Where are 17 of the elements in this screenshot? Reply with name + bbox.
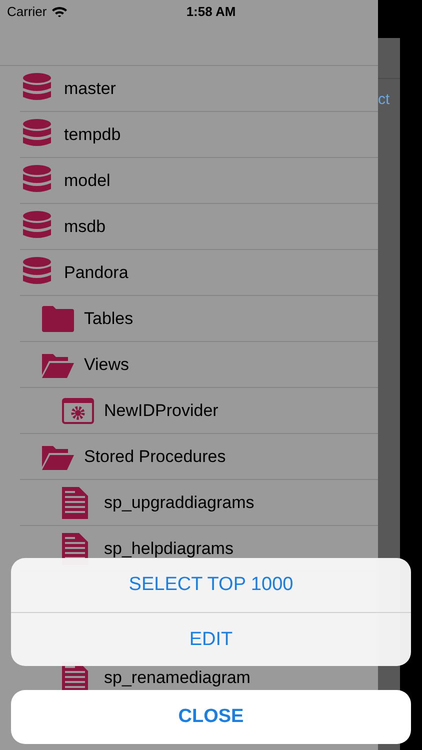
tree-item[interactable]: NewIDProvider bbox=[20, 388, 378, 434]
close-button[interactable]: CLOSE bbox=[11, 690, 411, 744]
document-icon bbox=[62, 486, 88, 518]
tree-item[interactable]: master bbox=[20, 66, 378, 112]
tree-item[interactable]: Views bbox=[20, 342, 378, 388]
tree-item[interactable]: tempdb bbox=[20, 112, 378, 158]
action-button[interactable]: EDIT bbox=[11, 612, 411, 666]
carrier-label: Carrier bbox=[7, 4, 47, 19]
tree-item[interactable]: msdb bbox=[20, 204, 378, 250]
tree-item[interactable]: model bbox=[20, 158, 378, 204]
status-time: 1:58 AM bbox=[186, 4, 236, 19]
tree-item[interactable]: sp_upgraddiagrams bbox=[20, 480, 378, 526]
wifi-icon bbox=[52, 6, 67, 17]
tree-item[interactable]: Pandora bbox=[20, 250, 378, 296]
tree-item[interactable]: Stored Procedures bbox=[20, 434, 378, 480]
gear-window-icon bbox=[62, 398, 94, 424]
tree-item[interactable]: Tables bbox=[20, 296, 378, 342]
